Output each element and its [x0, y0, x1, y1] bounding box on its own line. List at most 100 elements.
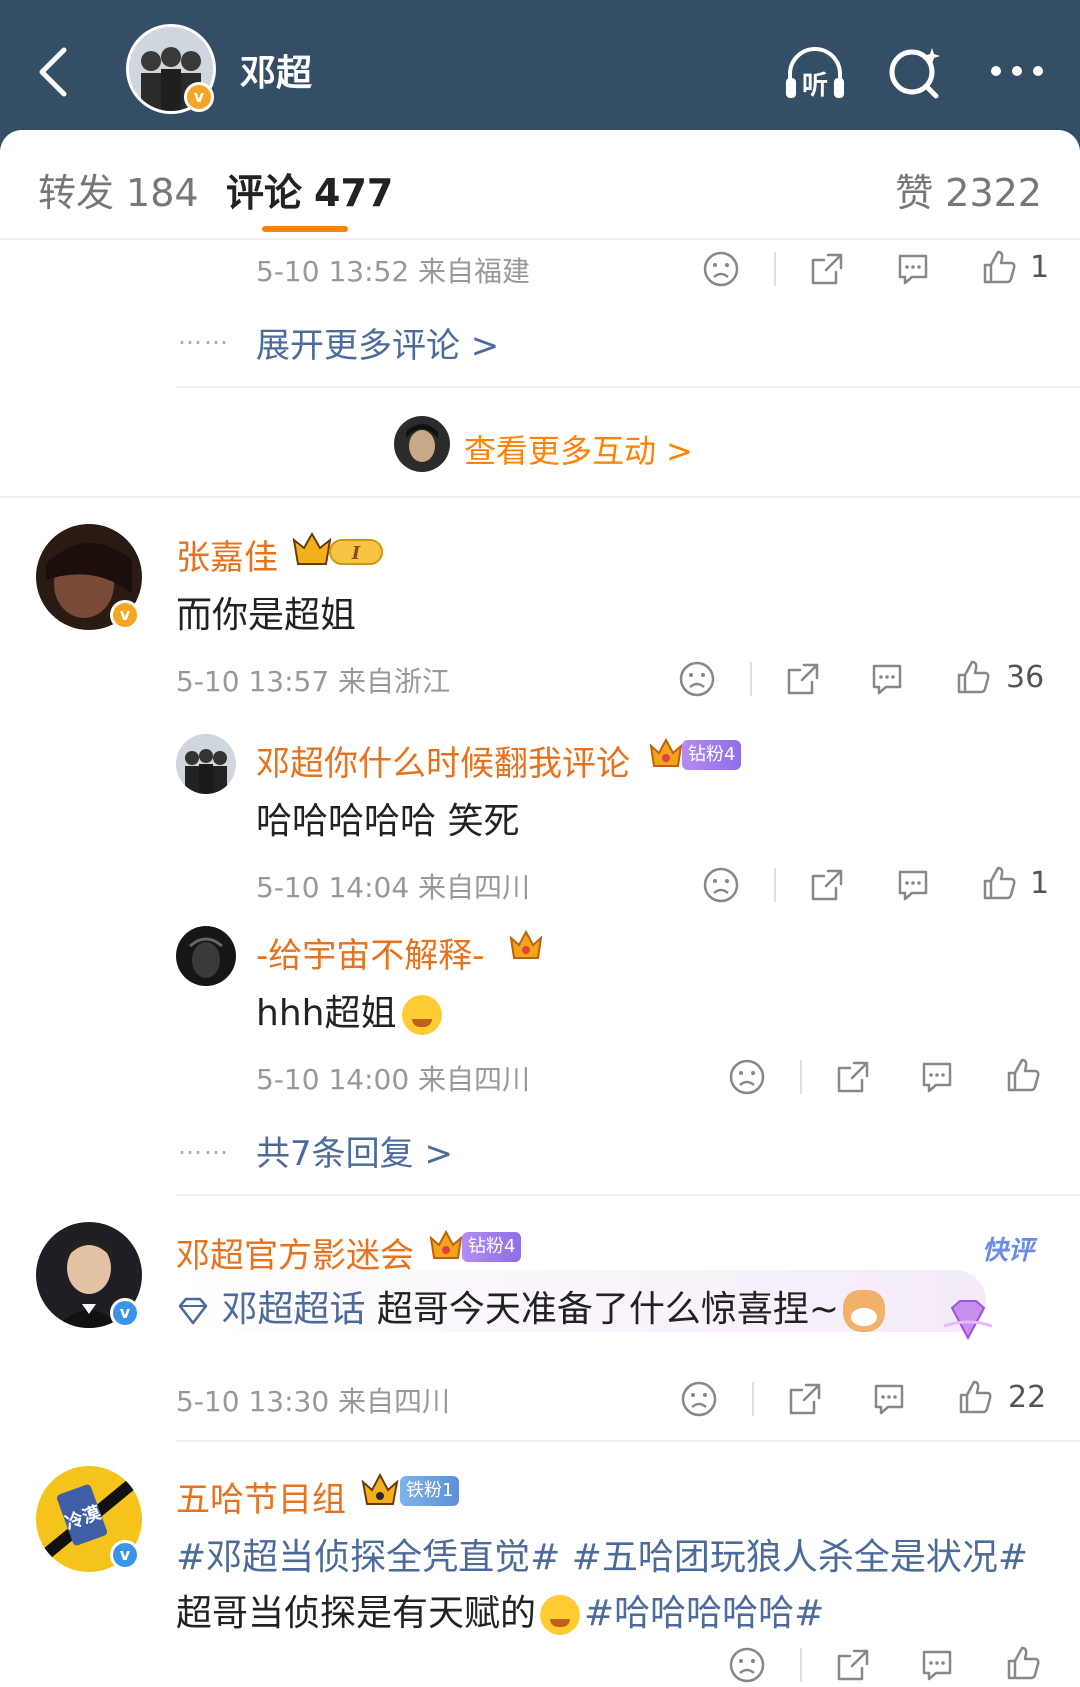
reply-text: hhh超姐: [256, 984, 443, 1036]
reply-avatar[interactable]: [176, 926, 236, 986]
crown-badge-icon: [508, 928, 544, 968]
like-count: 1: [1030, 866, 1050, 901]
cat-emoji-icon: [843, 1290, 886, 1332]
fan-level-badge: 铁粉1: [400, 1476, 460, 1506]
comment-icon[interactable]: [868, 660, 906, 698]
like-count: 22: [1008, 1380, 1047, 1415]
like-count: 36: [1006, 660, 1045, 695]
reply-text: 哈哈哈哈哈 笑死: [256, 801, 520, 842]
dislike-icon[interactable]: [728, 1646, 766, 1684]
more-icon[interactable]: [986, 40, 1052, 106]
tab-comment-label: 评论: [226, 171, 303, 215]
like-icon[interactable]: [1004, 1644, 1042, 1682]
active-tab-indicator: [262, 226, 348, 232]
comment-text: 超哥当侦探是有天赋的 #哈哈哈哈哈#: [176, 1584, 824, 1636]
expand-more-link[interactable]: 展开更多评论 >: [256, 318, 499, 367]
share-icon[interactable]: [808, 866, 846, 904]
verified-badge-icon: v: [110, 1540, 140, 1570]
svg-text:I: I: [351, 543, 361, 564]
like-icon[interactable]: [1004, 1056, 1042, 1094]
action-divider: [774, 868, 776, 902]
action-divider: [750, 662, 752, 696]
dislike-icon[interactable]: [680, 1380, 718, 1418]
like-icon[interactable]: [956, 1378, 994, 1416]
comment-icon[interactable]: [918, 1646, 956, 1684]
share-icon[interactable]: [834, 1058, 872, 1096]
headphones-icon[interactable]: 听: [782, 40, 848, 106]
comment-text: 邓超超话 超哥今天准备了什么惊喜捏~: [176, 1280, 886, 1332]
comment-icon[interactable]: [918, 1058, 956, 1096]
listen-label: 听: [802, 71, 828, 101]
reply-avatar[interactable]: [176, 734, 236, 794]
tab-like-label: 赞: [895, 171, 934, 215]
comment-icon[interactable]: [894, 250, 932, 288]
crown-badge-icon: [360, 1470, 400, 1514]
like-icon[interactable]: [980, 864, 1018, 902]
dislike-icon[interactable]: [702, 866, 740, 904]
back-arrow-icon[interactable]: [26, 40, 86, 100]
supertopic-link[interactable]: 邓超超话: [221, 1289, 365, 1330]
share-icon[interactable]: [786, 1380, 824, 1418]
dislike-icon[interactable]: [678, 660, 716, 698]
action-divider: [800, 1648, 802, 1682]
like-icon[interactable]: [980, 248, 1018, 286]
action-divider: [774, 252, 776, 286]
reply-dots: ……: [178, 1132, 230, 1160]
comment-hashtags[interactable]: #邓超当侦探全凭直觉# #五哈团玩狼人杀全是状况#: [176, 1528, 1028, 1580]
comment-text-content: 超哥今天准备了什么惊喜捏~: [376, 1289, 840, 1330]
reply-username[interactable]: -给宇宙不解释-: [256, 928, 485, 977]
share-icon[interactable]: [808, 250, 846, 288]
tab-like-count: 2322: [945, 171, 1042, 215]
tab-comment[interactable]: 评论 477: [226, 162, 393, 217]
comment-meta: 5-10 13:57 来自浙江: [176, 665, 451, 698]
fan-level-badge: 钻粉4: [462, 1232, 522, 1262]
action-divider: [752, 1382, 754, 1416]
quick-comment-tag: 快评: [982, 1236, 1035, 1266]
share-icon[interactable]: [784, 660, 822, 698]
comment-text: 而你是超姐: [176, 595, 357, 636]
content-sheet: [0, 130, 1080, 1687]
comment-username[interactable]: 五哈节目组: [176, 1472, 346, 1521]
expand-dots: ……: [178, 322, 230, 350]
hashtag-link[interactable]: #哈哈哈哈哈#: [584, 1593, 824, 1634]
like-count: 1: [1030, 250, 1050, 285]
action-divider: [800, 1060, 802, 1094]
comment-text-content: 超哥当侦探是有天赋的: [176, 1593, 537, 1634]
tab-like[interactable]: 赞 2322: [895, 162, 1042, 217]
diamond-gem-icon: [938, 1298, 998, 1344]
verified-badge-icon: v: [184, 82, 214, 112]
comment-icon[interactable]: [894, 866, 932, 904]
fan-level-badge: 钻粉4: [682, 740, 742, 770]
tab-repost[interactable]: 转发 184: [38, 162, 199, 217]
tab-repost-label: 转发: [38, 171, 115, 215]
comment-meta: 5-10 13:30 来自四川: [176, 1385, 451, 1418]
tab-repost-count: 184: [126, 171, 199, 215]
comment-username[interactable]: 张嘉佳: [176, 530, 278, 579]
reply-meta: 5-10 14:00 来自四川: [256, 1063, 531, 1096]
laugh-emoji-icon: [540, 1595, 581, 1635]
like-icon[interactable]: [954, 658, 992, 696]
reply-username[interactable]: 邓超你什么时候翻我评论: [256, 736, 630, 785]
laugh-cry-emoji-icon: [402, 995, 443, 1035]
reply-text-content: hhh超姐: [256, 993, 397, 1034]
reply-meta: 5-10 14:04 来自四川: [256, 871, 531, 904]
tab-bar: 转发 184 评论 477 赞 2322: [0, 130, 1080, 240]
crown-badge-icon: I: [290, 528, 388, 574]
tab-comment-count: 477: [314, 171, 394, 215]
verified-badge-icon: v: [110, 600, 140, 630]
verified-badge-icon: v: [110, 1298, 140, 1328]
crown-badge-icon: [428, 1228, 464, 1268]
dislike-icon[interactable]: [728, 1058, 766, 1096]
share-icon[interactable]: [834, 1646, 872, 1684]
divider: [176, 1194, 1080, 1196]
divider: [176, 386, 1080, 388]
view-replies-link[interactable]: 共7条回复 >: [256, 1126, 453, 1175]
crown-badge-icon: [648, 736, 684, 776]
interaction-avatar: [394, 416, 450, 472]
reply-meta: 5-10 13:52 来自福建: [256, 255, 531, 288]
search-icon[interactable]: [882, 40, 948, 106]
dislike-icon[interactable]: [702, 250, 740, 288]
more-interactions-link[interactable]: 查看更多互动 >: [464, 426, 693, 472]
page-title: 邓超: [240, 53, 313, 94]
comment-icon[interactable]: [870, 1380, 908, 1418]
